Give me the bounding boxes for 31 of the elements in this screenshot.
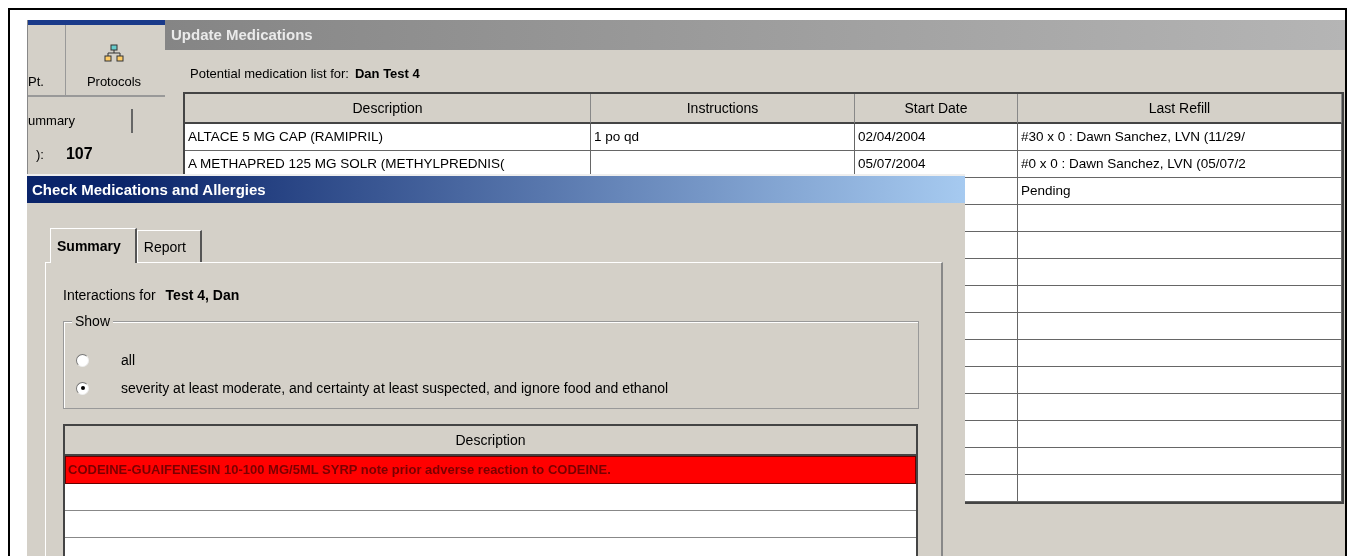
column-header[interactable]: Instructions <box>591 94 855 124</box>
table-cell: CODEINE-GUAIFENESIN 10-100 MG/5ML SYRP note prior adverse reaction to CODEINE. <box>65 456 916 484</box>
toolbar-button[interactable]: Protocols <box>66 25 162 95</box>
list-label: Potential medication list for: <box>190 66 349 81</box>
table-cell: #30 x 0 : Dawn Sanchez, LVN (11/29/ <box>1018 124 1342 151</box>
field-value: 107 <box>65 145 93 163</box>
radio-label[interactable]: severity at least moderate, and certainty at least suspected, and ignore food and ethanol <box>121 380 669 396</box>
tab[interactable]: ummary <box>28 109 133 133</box>
group-legend: Show <box>72 313 114 329</box>
column-header[interactable]: Last Refill <box>1018 94 1342 124</box>
hierarchy-icon <box>104 44 124 62</box>
patient-name: Dan Test 4 <box>354 66 420 81</box>
table-cell: Pending <box>1018 178 1342 205</box>
radio-button[interactable] <box>76 353 89 367</box>
column-header[interactable]: Start Date <box>855 94 1018 124</box>
window-title: Update Medications <box>165 20 1345 50</box>
dialog-title: Check Medications and Allergies <box>27 176 965 203</box>
column-header[interactable]: Description <box>185 94 591 124</box>
patient-name: Test 4, Dan <box>165 287 240 303</box>
toolbar-button[interactable]: Pt. <box>28 25 66 95</box>
column-header[interactable]: Description <box>65 426 916 456</box>
tab[interactable]: Summary <box>50 228 137 263</box>
radio-label[interactable]: all <box>121 352 135 368</box>
table-cell: ALTACE 5 MG CAP (RAMIPRIL) <box>185 124 591 151</box>
field-label: ): <box>36 147 44 162</box>
table-cell: 02/04/2004 <box>855 124 1018 151</box>
interactions-label: Interactions for <box>63 287 156 303</box>
radio-button[interactable] <box>76 381 89 395</box>
table-cell: 1 po qd <box>591 124 855 151</box>
table-cell: #0 x 0 : Dawn Sanchez, LVN (05/07/2 <box>1018 151 1342 178</box>
tab[interactable]: Report <box>136 230 202 262</box>
